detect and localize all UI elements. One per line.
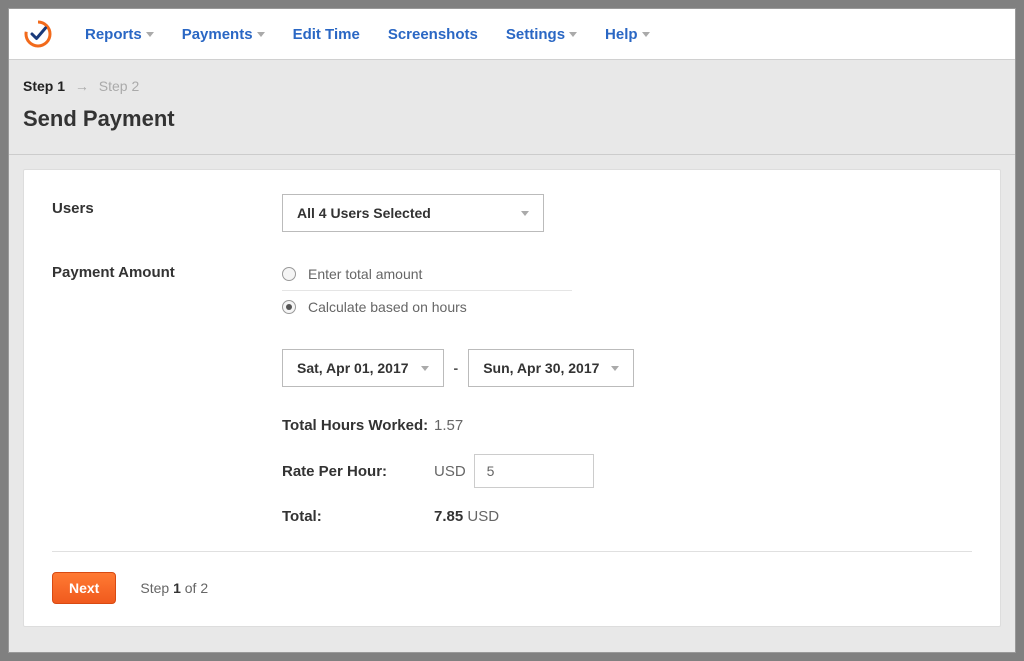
users-row: Users All 4 Users Selected — [52, 194, 972, 232]
step-note: Step 1 of 2 — [140, 580, 208, 596]
radio-icon — [282, 300, 296, 314]
rate-label: Rate Per Hour: — [282, 463, 434, 480]
nav-label: Help — [605, 26, 638, 43]
nav-label: Reports — [85, 26, 142, 43]
step-note-current: 1 — [173, 580, 181, 596]
date-end-picker[interactable]: Sun, Apr 30, 2017 — [468, 349, 634, 387]
users-label: Users — [52, 194, 282, 217]
logo-icon — [23, 19, 53, 49]
users-dropdown-value: All 4 Users Selected — [297, 205, 431, 221]
date-start-picker[interactable]: Sat, Apr 01, 2017 — [282, 349, 444, 387]
total-value: 7.85 USD — [434, 508, 499, 525]
rate-input[interactable] — [474, 454, 594, 488]
next-button[interactable]: Next — [52, 572, 116, 604]
chevron-down-icon — [421, 366, 429, 371]
total-hours-line: Total Hours Worked: 1.57 — [282, 417, 972, 434]
step-note-suffix: of 2 — [181, 580, 208, 596]
total-currency: USD — [467, 508, 499, 525]
chevron-down-icon — [146, 32, 154, 37]
chevron-down-icon — [569, 32, 577, 37]
total-hours-value: 1.57 — [434, 417, 463, 434]
step-note-prefix: Step — [140, 580, 173, 596]
radio-label: Enter total amount — [308, 266, 422, 282]
radio-label: Calculate based on hours — [308, 299, 467, 315]
date-start-value: Sat, Apr 01, 2017 — [297, 360, 409, 376]
nav-label: Settings — [506, 26, 565, 43]
chevron-down-icon — [611, 366, 619, 371]
step-active: Step 1 — [23, 78, 65, 94]
nav-label: Screenshots — [388, 26, 478, 43]
content-area: Users All 4 Users Selected Payment Amoun… — [9, 155, 1015, 652]
step-inactive: Step 2 — [99, 78, 139, 94]
app-window: Reports Payments Edit Time Screenshots S… — [8, 8, 1016, 653]
nav-help[interactable]: Help — [605, 26, 650, 43]
nav-reports[interactable]: Reports — [85, 26, 154, 43]
nav-payments[interactable]: Payments — [182, 26, 265, 43]
arrow-right-icon: → — [75, 78, 89, 94]
form-footer: Next Step 1 of 2 — [52, 551, 972, 604]
step-breadcrumb: Step 1 → Step 2 — [23, 78, 1001, 94]
nav-label: Payments — [182, 26, 253, 43]
form-panel: Users All 4 Users Selected Payment Amoun… — [23, 169, 1001, 627]
page-title: Send Payment — [23, 106, 1001, 132]
date-end-value: Sun, Apr 30, 2017 — [483, 360, 599, 376]
nav-label: Edit Time — [293, 26, 360, 43]
nav-settings[interactable]: Settings — [506, 26, 577, 43]
total-amount: 7.85 — [434, 508, 463, 525]
total-line: Total: 7.85 USD — [282, 508, 972, 525]
chevron-down-icon — [521, 211, 529, 216]
radio-calculate-hours[interactable]: Calculate based on hours — [282, 291, 572, 323]
page-header: Step 1 → Step 2 Send Payment — [9, 60, 1015, 155]
nav-edit-time[interactable]: Edit Time — [293, 26, 360, 43]
radio-enter-total[interactable]: Enter total amount — [282, 258, 572, 291]
chevron-down-icon — [257, 32, 265, 37]
total-label: Total: — [282, 508, 434, 525]
rate-currency: USD — [434, 463, 466, 480]
chevron-down-icon — [642, 32, 650, 37]
nav-screenshots[interactable]: Screenshots — [388, 26, 478, 43]
date-range-separator: - — [454, 360, 459, 376]
total-hours-label: Total Hours Worked: — [282, 417, 434, 434]
rate-per-hour-line: Rate Per Hour: USD — [282, 454, 972, 488]
payment-amount-label: Payment Amount — [52, 258, 282, 281]
date-range-row: Sat, Apr 01, 2017 - Sun, Apr 30, 2017 — [282, 349, 972, 387]
top-nav: Reports Payments Edit Time Screenshots S… — [9, 9, 1015, 60]
users-dropdown[interactable]: All 4 Users Selected — [282, 194, 544, 232]
payment-amount-radio-group: Enter total amount Calculate based on ho… — [282, 258, 572, 323]
payment-amount-row: Payment Amount Enter total amount Calcul… — [52, 258, 972, 525]
radio-icon — [282, 267, 296, 281]
